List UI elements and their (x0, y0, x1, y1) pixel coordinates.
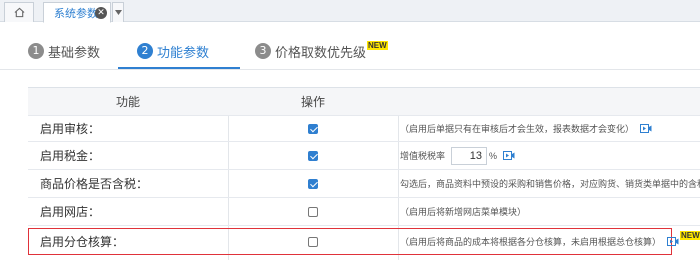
step-number: 2 (137, 43, 153, 59)
step-label: 价格取数优先级 (275, 44, 367, 60)
table-row: 启用网店： （启用后将新增网店菜单模块） (28, 198, 700, 226)
tab-basic-params[interactable]: 1 基础参数 (28, 40, 100, 62)
video-icon[interactable] (667, 237, 679, 246)
row-description: （启用后单据只有在审核后才会生效，报表数据才会变化） (400, 124, 635, 134)
enable-online-store-checkbox[interactable] (308, 206, 318, 217)
step-label: 基础参数 (48, 44, 101, 60)
header-operation: 操作 (300, 95, 325, 109)
price-includes-tax-checkbox[interactable] (308, 178, 318, 189)
enable-branch-accounting-checkbox[interactable] (308, 236, 318, 247)
new-badge: NEW (367, 40, 388, 50)
enable-tax-checkbox[interactable] (308, 150, 318, 161)
step-tabs: 1 基础参数 2 功能参数 3 价格取数优先级 NEW (0, 22, 700, 70)
table-row: 启用审核： （启用后单据只有在审核后才会生效，报表数据才会变化） (28, 116, 700, 142)
percent-unit: % (489, 150, 498, 161)
row-label: 启用分仓核算： (40, 235, 125, 249)
caret-down-icon (114, 10, 122, 15)
row-label: 启用网店： (40, 205, 101, 219)
divider (0, 69, 700, 70)
tax-rate-label: 增值税税率 (400, 151, 446, 161)
enable-audit-checkbox[interactable] (308, 123, 318, 134)
tab-price-priority[interactable]: 3 价格取数优先级 NEW (255, 40, 388, 62)
tab-system-params[interactable]: 系统参数 ✕ (43, 2, 111, 23)
new-badge: NEW (680, 231, 700, 240)
step-number: 1 (28, 43, 44, 59)
row-description: （启用后将商品的成本将根据各分仓核算，未启用根据总仓核算） (400, 237, 662, 247)
row-description: 勾选后，商品资料中预设的采购和销售价格，对应购货、销货类单据中的含税单价 (400, 179, 700, 189)
row-label: 启用审核： (40, 122, 101, 136)
video-icon[interactable] (640, 124, 652, 133)
row-label: 商品价格是否含税： (40, 177, 149, 191)
step-number: 3 (255, 43, 271, 59)
header-function: 功能 (115, 95, 140, 109)
home-tab[interactable] (4, 2, 34, 22)
video-icon[interactable] (503, 151, 515, 160)
table-row-branch-accounting: 启用分仓核算： （启用后将商品的成本将根据各分仓核算，未启用根据总仓核算） NE… (28, 228, 700, 255)
tab-function-params[interactable]: 2 功能参数 (137, 40, 209, 62)
table-header: 功能 操作 (28, 88, 700, 116)
tax-rate-input[interactable]: 13 (451, 146, 488, 165)
row-description: （启用后将新增网店菜单模块） (400, 207, 527, 217)
top-tab-bar: 系统参数 ✕ (0, 0, 700, 23)
row-label: 启用税金： (40, 149, 101, 163)
tab-dropdown-button[interactable] (112, 2, 124, 22)
close-icon[interactable]: ✕ (95, 7, 107, 19)
step-label: 功能参数 (157, 44, 210, 60)
tab-label: 系统参数 (54, 7, 98, 20)
table-row: 启用税金： 增值税税率 13 % (28, 142, 700, 170)
home-icon (14, 7, 24, 18)
table-row: 商品价格是否含税： 勾选后，商品资料中预设的采购和销售价格，对应购货、销货类单据… (28, 170, 700, 198)
